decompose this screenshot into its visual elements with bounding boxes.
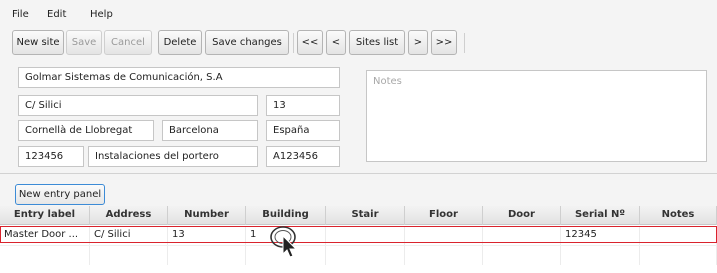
street-field[interactable]: C/ Silici [18,95,258,116]
menu-help[interactable]: Help [90,9,113,20]
toolbar-separator [464,33,465,53]
section-divider [0,173,717,174]
empty-cell [483,246,561,265]
menu-bar: File Edit Help [0,0,717,26]
empty-cell [326,246,405,265]
empty-cell [90,246,168,265]
previous-record-button[interactable]: < [326,30,346,55]
empty-cell [0,246,90,265]
column-header-address[interactable]: Address [90,206,168,225]
column-header-door[interactable]: Door [483,206,561,225]
postal-code-field[interactable]: 123456 [18,146,84,167]
column-header-floor[interactable]: Floor [405,206,483,225]
empty-cell [405,246,483,265]
column-header-entry-label[interactable]: Entry label [0,206,90,225]
installation-field[interactable]: Instalaciones del portero [88,146,258,167]
delete-button[interactable]: Delete [158,30,202,55]
column-header-serial[interactable]: Serial Nº [561,206,640,225]
new-entry-panel-button[interactable]: New entry panel [15,184,105,205]
code-field[interactable]: A123456 [266,146,340,167]
column-header-notes[interactable]: Notes [640,206,717,225]
toolbar-separator [293,33,294,53]
province-field[interactable]: Barcelona [162,120,258,141]
notes-placeholder: Notes [373,76,402,87]
cell-notes[interactable] [640,226,717,245]
menu-file[interactable]: File [12,9,29,20]
mouse-pointer-icon [270,226,298,258]
column-header-number[interactable]: Number [168,206,246,225]
save-changes-button[interactable]: Save changes [205,30,289,55]
cell-entry-label[interactable]: Master Door ... [0,226,90,245]
cell-door[interactable] [483,226,561,245]
sites-list-button[interactable]: Sites list [349,30,405,55]
table-row[interactable]: Master Door ... C/ Silici 13 1 12345 [0,226,717,245]
next-record-button[interactable]: > [408,30,428,55]
empty-cell [640,246,717,265]
cell-serial[interactable]: 12345 [561,226,640,245]
street-number-field[interactable]: 13 [266,95,340,116]
company-name-field[interactable]: Golmar Sistemas de Comunicación, S.A [18,67,340,88]
entry-panels-table: Entry label Address Number Building Stai… [0,206,717,273]
notes-textarea[interactable]: Notes [366,70,707,162]
city-field[interactable]: Cornellà de Llobregat [18,120,154,141]
empty-cell [561,246,640,265]
column-header-building[interactable]: Building [246,206,326,225]
new-site-button[interactable]: New site [12,30,64,55]
table-header: Entry label Address Number Building Stai… [0,206,717,225]
cell-floor[interactable] [405,226,483,245]
toolbar: New site Save Cancel Delete Save changes… [12,30,482,56]
table-row-empty [0,245,717,265]
cell-address[interactable]: C/ Silici [90,226,168,245]
last-record-button[interactable]: >> [431,30,457,55]
column-header-stair[interactable]: Stair [326,206,405,225]
save-button[interactable]: Save [66,30,102,55]
first-record-button[interactable]: << [297,30,323,55]
cell-number[interactable]: 13 [168,226,246,245]
cancel-button[interactable]: Cancel [104,30,152,55]
menu-edit[interactable]: Edit [47,9,66,20]
cell-stair[interactable] [326,226,405,245]
country-field[interactable]: España [266,120,340,141]
empty-cell [168,246,246,265]
